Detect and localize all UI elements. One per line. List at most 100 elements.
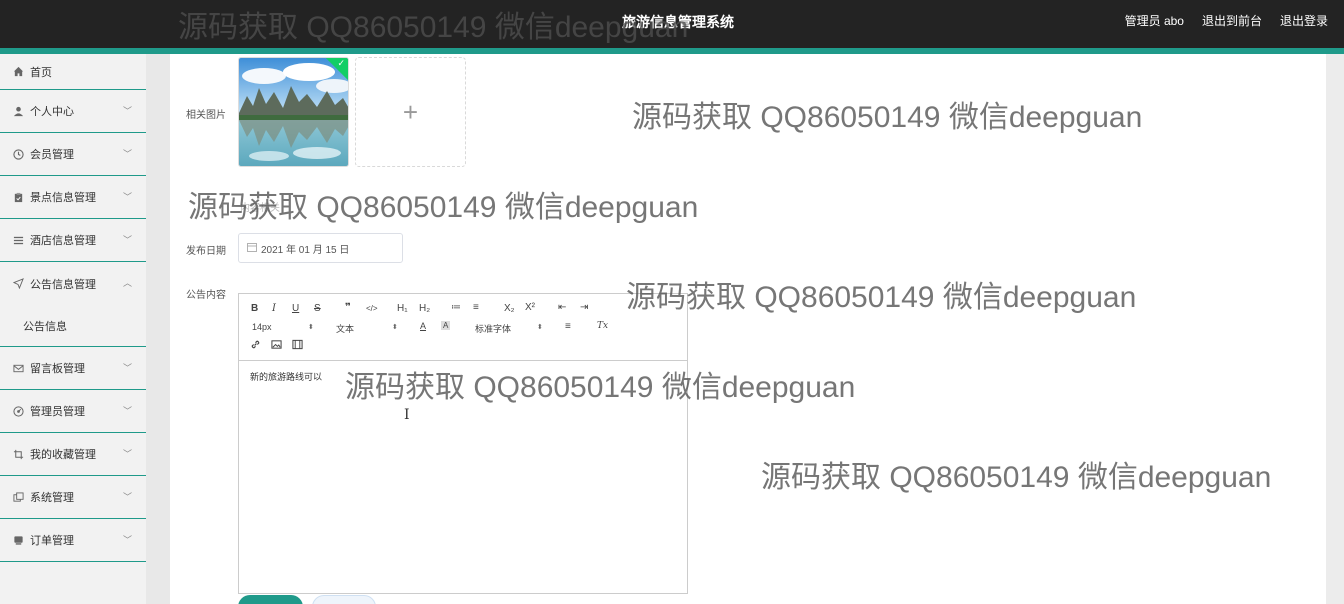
- chevron-down-icon: ﹀: [122, 192, 132, 202]
- sidebar-item-label: 公告信息管理: [30, 278, 96, 291]
- ordered-list-button[interactable]: ≔: [451, 302, 461, 313]
- publish-date-label: 发布日期: [186, 246, 226, 257]
- chevron-down-icon: ﹀: [122, 235, 132, 245]
- list-icon: [12, 234, 24, 246]
- send-icon: [12, 278, 24, 290]
- publish-date-value: 2021 年 01 月 15 日: [261, 244, 350, 256]
- video-icon: [292, 339, 303, 350]
- sidebar-item-favorites-management[interactable]: 我的收藏管理 ﹀: [0, 433, 146, 476]
- bold-button[interactable]: B: [251, 303, 258, 314]
- strike-button[interactable]: S: [314, 303, 321, 314]
- chevron-down-icon: ﹀: [122, 106, 132, 116]
- bullet-list-button[interactable]: ≡: [473, 302, 479, 313]
- underline-button[interactable]: U: [292, 303, 299, 314]
- link-button[interactable]: [250, 339, 261, 353]
- text-cursor-icon: I: [404, 407, 410, 423]
- sidebar-subitem-notice[interactable]: 公告信息: [0, 305, 146, 347]
- sidebar-item-label: 会员管理: [30, 149, 74, 161]
- top-right-links: 管理员 abo 退出到前台 退出登录: [1125, 12, 1328, 29]
- logout-link[interactable]: 退出登录: [1280, 12, 1328, 29]
- align-button[interactable]: ≡: [565, 321, 571, 332]
- chevron-up-icon: ︿: [122, 278, 132, 288]
- system-title: 旅游信息管理系统: [622, 14, 734, 30]
- font-size-value: 14px: [252, 322, 272, 332]
- clear-format-button[interactable]: Tx: [597, 321, 608, 331]
- sidebar-item-label: 系统管理: [30, 492, 74, 504]
- mail-icon: [12, 362, 24, 374]
- select-arrows-icon: ⬍: [537, 324, 543, 331]
- clock-icon: [12, 148, 24, 160]
- sidebar-item-label: 留言板管理: [30, 363, 85, 375]
- heading2-button[interactable]: H₂: [419, 303, 430, 314]
- chevron-down-icon: ﹀: [122, 363, 132, 373]
- check-icon: ✓: [337, 58, 345, 68]
- code-block-button[interactable]: </>: [366, 304, 378, 313]
- sidebar-item-label: 景点信息管理: [30, 192, 96, 204]
- sidebar-item-label: 酒店信息管理: [30, 235, 96, 247]
- chevron-down-icon: ﹀: [122, 406, 132, 416]
- sidebar-item-scenic-management[interactable]: 景点信息管理 ﹀: [0, 176, 146, 219]
- rich-text-editor[interactable]: B I U S ❞ </> H₁ H₂ ≔ ≡ X₂ X² ⇤ ⇥ 14px ⬍…: [238, 293, 688, 594]
- chat-icon: [12, 534, 24, 546]
- sidebar-gap: [146, 54, 170, 604]
- chevron-down-icon: ﹀: [122, 535, 132, 545]
- landscape-image: [239, 58, 348, 166]
- sidebar-item-order-management[interactable]: 订单管理 ﹀: [0, 519, 146, 562]
- admin-user-label[interactable]: 管理员 abo: [1125, 12, 1184, 29]
- crop-icon: [12, 448, 24, 460]
- home-icon: [12, 66, 24, 78]
- superscript-button[interactable]: X²: [525, 302, 535, 313]
- video-insert-button[interactable]: [292, 339, 303, 353]
- chevron-down-icon: ﹀: [122, 149, 132, 159]
- sidebar-item-label: 我的收藏管理: [30, 449, 96, 461]
- heading1-button[interactable]: H₁: [397, 303, 408, 314]
- editor-content[interactable]: 新的旅游路线可以: [250, 370, 322, 383]
- sidebar: 首页 个人中心 ﹀ 会员管理 ﹀ 景点信息管理 ﹀ 酒店信息管理 ﹀ 公告信息管…: [0, 54, 146, 604]
- select-arrows-icon: ⬍: [308, 324, 314, 331]
- cancel-button[interactable]: [312, 595, 376, 604]
- sidebar-item-label: 首页: [30, 66, 52, 79]
- blockquote-button[interactable]: ❞: [345, 302, 351, 313]
- obscured-field-label: 内容相关: [240, 203, 280, 214]
- image-icon: [271, 340, 282, 349]
- image-insert-button[interactable]: [271, 339, 282, 353]
- font-family-value: 标准字体: [475, 324, 512, 334]
- calendar-icon: [247, 242, 257, 255]
- user-icon: [12, 105, 24, 117]
- font-color-button[interactable]: A: [420, 321, 426, 331]
- sidebar-item-message-board[interactable]: 留言板管理 ﹀: [0, 347, 146, 390]
- outdent-button[interactable]: ⇤: [558, 302, 566, 313]
- italic-button[interactable]: I: [272, 303, 276, 314]
- dashboard-icon: [12, 405, 24, 417]
- subscript-button[interactable]: X₂: [504, 303, 515, 314]
- background-color-button[interactable]: A: [441, 321, 451, 330]
- sidebar-item-notice-management[interactable]: 公告信息管理 ︿: [0, 262, 146, 305]
- publish-date-input[interactable]: 2021 年 01 月 15 日: [238, 233, 403, 263]
- sidebar-item-home[interactable]: 首页: [0, 54, 146, 90]
- font-size-select[interactable]: 14px ⬍: [252, 322, 316, 334]
- submit-button[interactable]: [238, 595, 303, 604]
- font-family-select[interactable]: 标准字体 ⬍: [475, 322, 547, 334]
- sidebar-item-personal-center[interactable]: 个人中心 ﹀: [0, 90, 146, 133]
- sidebar-item-member-management[interactable]: 会员管理 ﹀: [0, 133, 146, 176]
- image-upload-button[interactable]: +: [355, 57, 466, 167]
- sidebar-item-hotel-management[interactable]: 酒店信息管理 ﹀: [0, 219, 146, 262]
- plus-icon: +: [402, 96, 419, 127]
- sidebar-item-label: 个人中心: [30, 106, 74, 118]
- copy-icon: [12, 491, 24, 503]
- indent-button[interactable]: ⇥: [580, 302, 588, 313]
- chevron-down-icon: ﹀: [122, 449, 132, 459]
- notice-content-label: 公告内容: [186, 290, 226, 301]
- sidebar-item-system-management[interactable]: 系统管理 ﹀: [0, 476, 146, 519]
- sidebar-subitem-label: 公告信息: [23, 320, 67, 333]
- scrollbar-track[interactable]: [1326, 54, 1344, 604]
- clipboard-icon: [12, 191, 24, 203]
- text-type-select[interactable]: 文本 ⬍: [336, 322, 400, 334]
- link-icon: [251, 340, 260, 349]
- uploaded-image-thumbnail[interactable]: ✓: [238, 57, 349, 167]
- text-type-value: 文本: [336, 324, 355, 334]
- chevron-down-icon: ﹀: [122, 492, 132, 502]
- select-arrows-icon: ⬍: [392, 324, 398, 331]
- sidebar-item-admin-management[interactable]: 管理员管理 ﹀: [0, 390, 146, 433]
- exit-to-front-link[interactable]: 退出到前台: [1202, 12, 1262, 29]
